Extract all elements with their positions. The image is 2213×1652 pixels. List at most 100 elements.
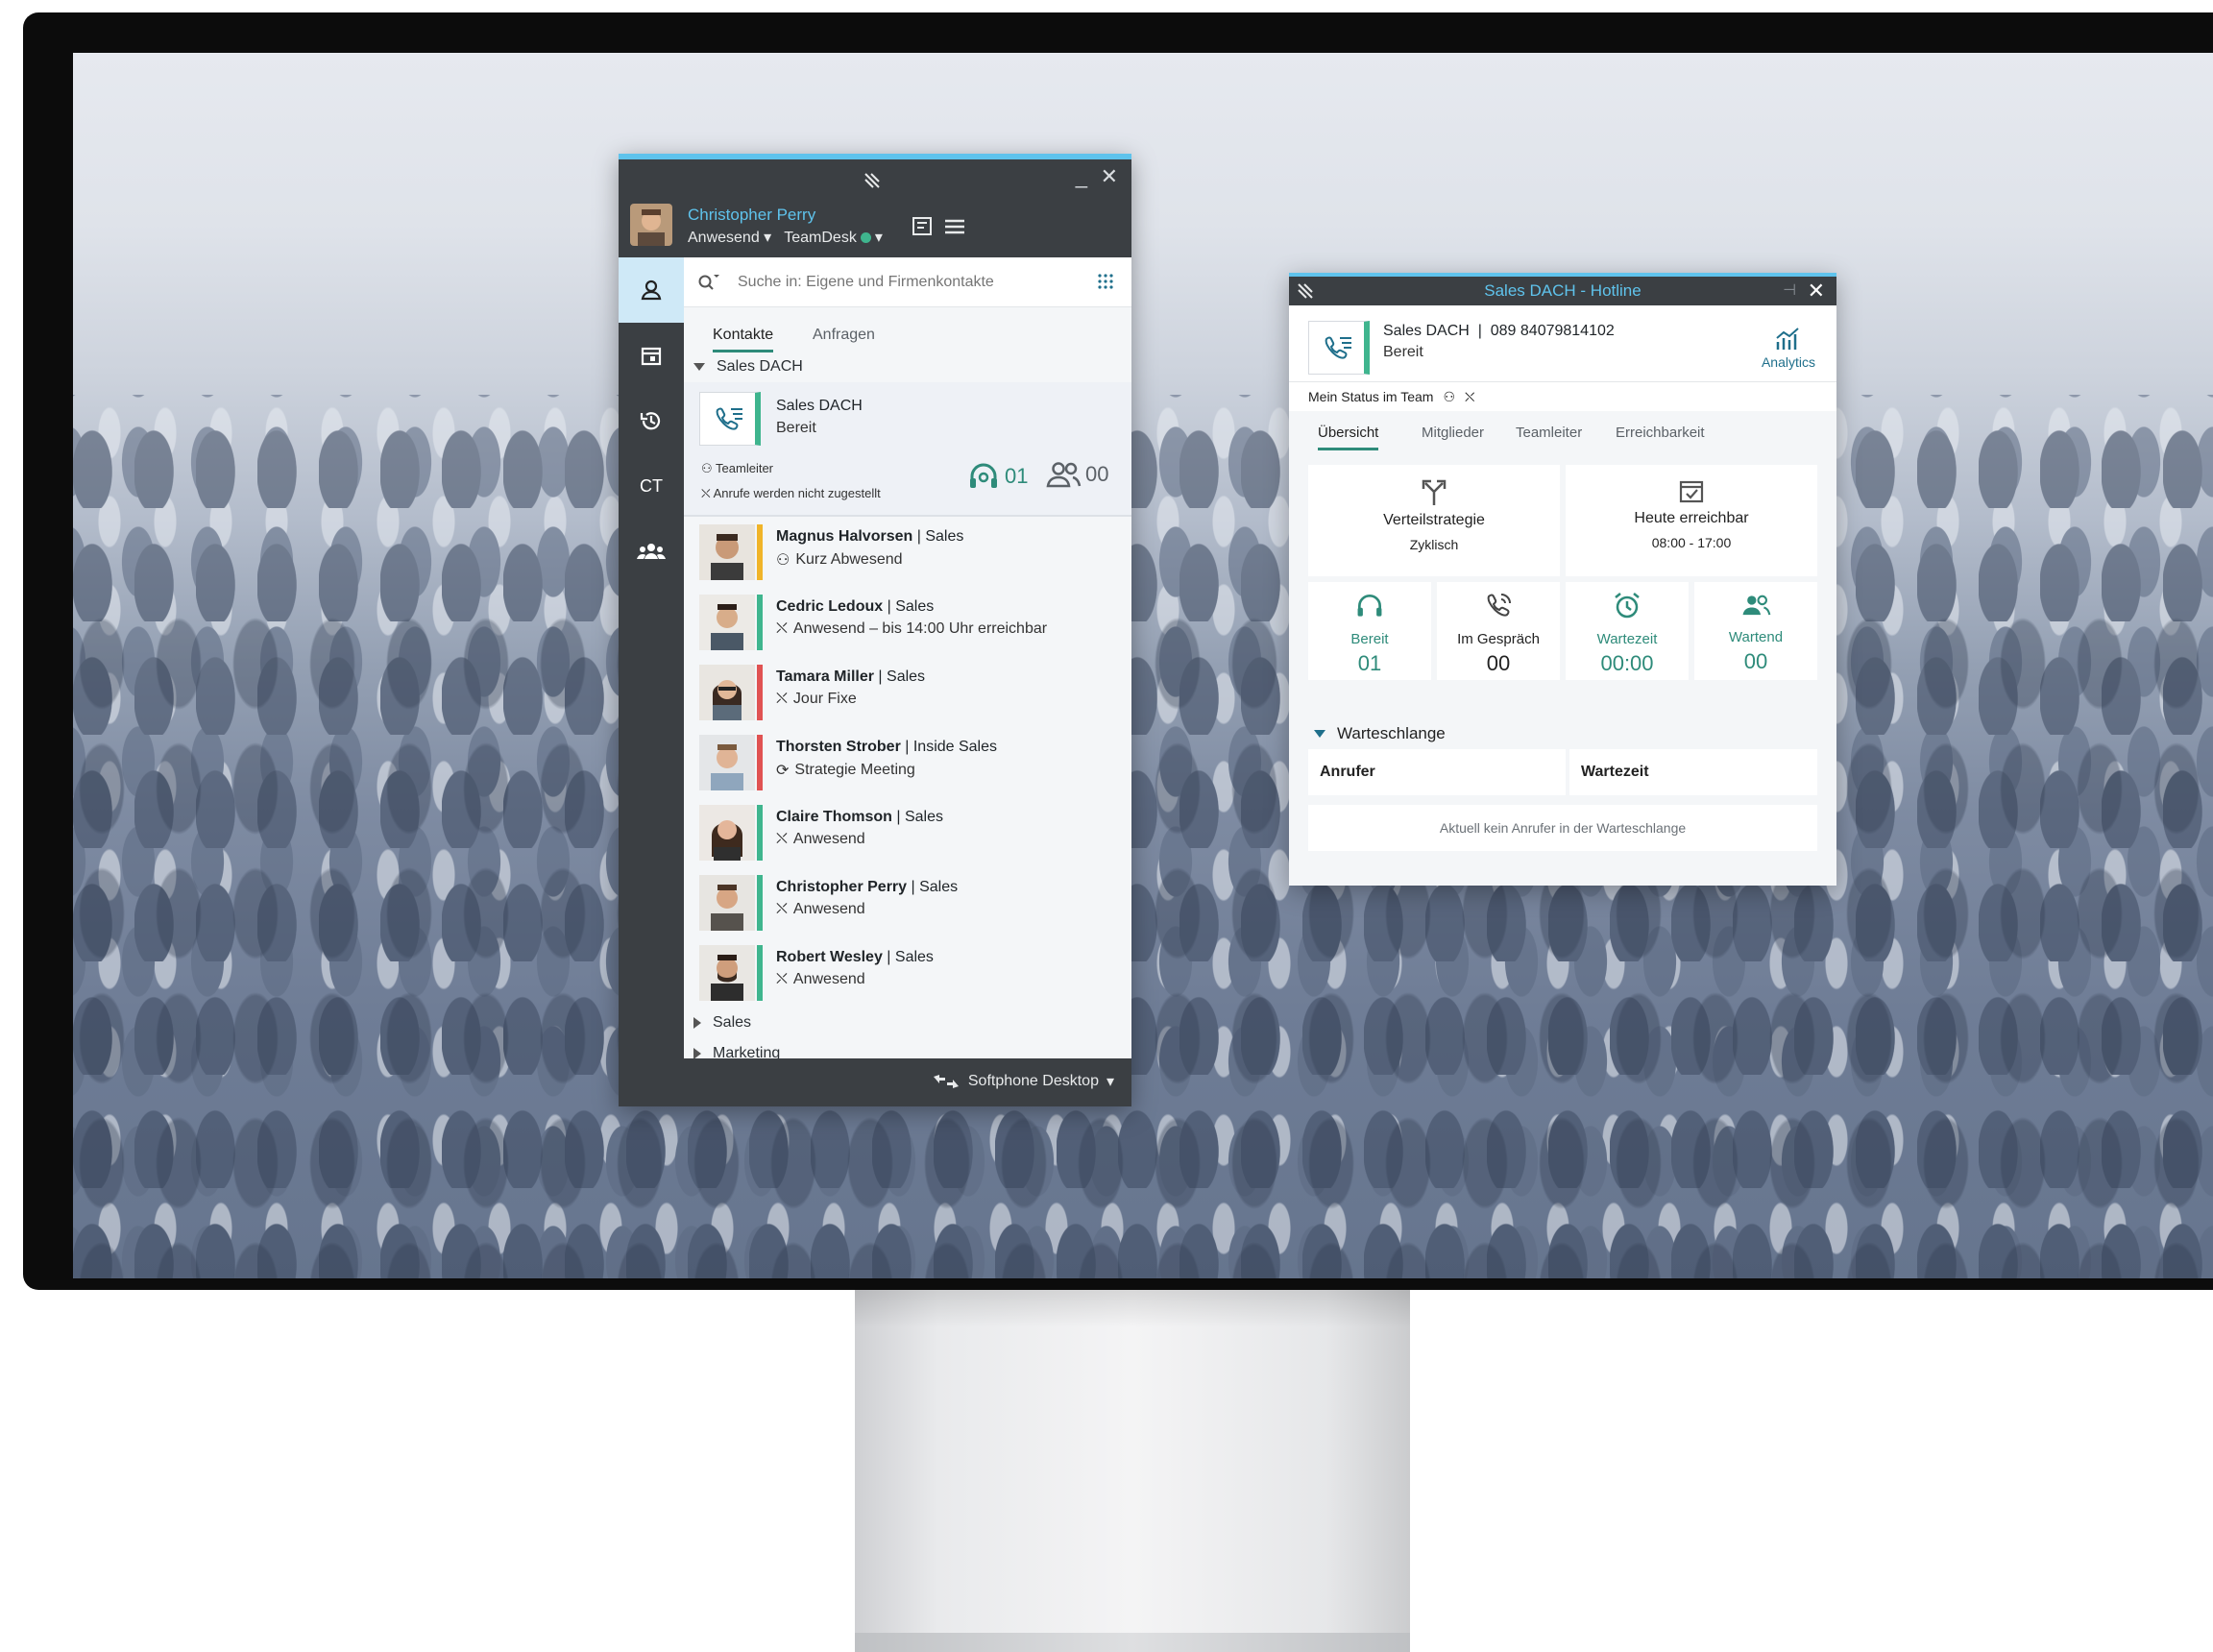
menu-icon[interactable] [941,213,968,240]
list-item[interactable]: Robert Wesley | Sales ⛌ Anwesend [684,937,1131,1008]
dialpad-icon[interactable] [1097,273,1114,290]
contact-status: ⛌ Anwesend [776,901,865,917]
headset-icon [970,463,997,488]
team-phone-tile [699,392,761,446]
person-icon [641,279,662,301]
close-button[interactable]: ✕ [1808,277,1825,305]
teamleader-icon[interactable]: ⚇ [1443,389,1455,405]
search-input[interactable] [738,270,1083,295]
headset-icon [1357,595,1382,617]
hotline-title-bar[interactable]: Sales DACH - Hotline ⊣ ✕ [1289,277,1836,305]
hotline-title: Sales DACH - Hotline [1484,281,1642,300]
chevron-down-icon: ▾ [1106,1074,1114,1090]
status-bar [757,665,763,720]
avatar [699,875,755,931]
hotline-status: Bereit [1383,344,1423,360]
queue-header[interactable]: Warteschlange [1314,724,1446,743]
user-header: Christopher Perry Anwesend ▾ TeamDesk ▾ [630,202,1131,257]
contact-name: Tamara Miller | Sales [776,668,926,685]
stat-in-call: Im Gespräch 00 [1437,582,1560,680]
present-icon: ⛌ [776,691,788,707]
my-team-status: Mein Status im Team ⚇ ⛌ [1289,382,1836,411]
team-note: ⛌ Anrufe werden nicht zugestellt [701,486,881,500]
sidebar-item-teams[interactable] [619,519,684,584]
stat-waiting: Wartend 00 [1694,582,1817,680]
team-card[interactable]: Sales DACH Bereit ⚇ Teamleiter ⛌ Anrufe … [684,382,1131,517]
avatar[interactable] [630,204,672,246]
list-item[interactable]: Christopher Perry | Sales ⛌ Anwesend [684,867,1131,937]
analytics-icon [1776,328,1799,350]
tab-kontakte[interactable]: Kontakte [713,327,774,352]
people-icon [1046,462,1082,488]
sidebar-item-calendar[interactable] [619,323,684,388]
alarm-clock-icon [1615,593,1640,619]
tab-anfragen[interactable]: Anfragen [813,327,875,344]
contact-status: ⛌ Jour Fixe [776,691,857,707]
tab-teamleiter[interactable]: Teamleiter [1516,425,1582,441]
list-item[interactable]: Thorsten Strober | Inside Sales ⟳ Strateg… [684,727,1131,797]
avatar [699,524,755,580]
person-unavailable-icon: ⛌ [701,486,711,500]
list-item[interactable]: Tamara Miller | Sales ⛌ Jour Fixe [684,657,1131,727]
meeting-icon: ⟳ [776,763,790,779]
chevron-down-icon [693,363,705,371]
calendar-icon [641,347,662,366]
analytics-button[interactable]: Analytics [1762,327,1815,370]
teamleader-icon: ⚇ [701,461,713,475]
user-status[interactable]: Anwesend ▾ TeamDesk ▾ [688,228,883,247]
group-header-sales-dach[interactable]: Sales DACH [684,352,1131,382]
app-logo-icon [864,173,880,188]
contact-name: Claire Thomson | Sales [776,809,943,825]
present-icon: ⛌ [776,831,788,847]
device-selector[interactable]: Softphone Desktop ▾ [932,1072,1114,1091]
present-icon: ⛌ [776,901,788,917]
contact-name: Cedric Ledoux | Sales [776,598,935,615]
sidebar-item-contacts[interactable] [619,257,684,323]
history-icon [640,412,661,430]
contact-status: ⟳ Strategie Meeting [776,762,915,779]
calendar-check-icon [1679,480,1704,503]
sidebar-item-ct[interactable]: CT [619,453,684,519]
person-unavailable-icon[interactable]: ⛌ [1465,389,1474,405]
reachability-tile: Heute erreichbar 08:00 - 17:00 [1566,465,1817,576]
sidebar-item-history[interactable] [619,388,684,453]
list-item[interactable]: Magnus Halvorsen | Sales ⚇ Kurz Abwesend [684,517,1131,587]
chevron-right-icon [693,1048,701,1058]
list-item[interactable]: Cedric Ledoux | Sales ⛌ Anwesend – bis 14… [684,587,1131,657]
stat-wait-time: Wartezeit 00:00 [1566,582,1689,680]
hotline-name: Sales DACH | 089 84079814102 [1383,323,1615,339]
list-item[interactable]: Claire Thomson | Sales ⛌ Anwesend [684,797,1131,867]
tab-erreichbarkeit[interactable]: Erreichbarkeit [1616,425,1705,441]
status-bar [757,735,763,790]
status-bar [757,875,763,931]
group-header-marketing[interactable]: Marketing [684,1038,1131,1058]
pin-icon[interactable]: ⊣ [1783,277,1796,305]
hotline-header: Sales DACH | 089 84079814102 Bereit Anal… [1289,305,1836,382]
tab-bar: Kontakte Anfragen [684,307,1131,352]
split-arrow-icon [1422,479,1447,505]
user-name: Christopher Perry [688,206,816,224]
tab-uebersicht[interactable]: Übersicht [1318,425,1379,450]
group-header-sales[interactable]: Sales [684,1008,1131,1038]
contact-status: ⛌ Anwesend – bis 14:00 Uhr erreichbar [776,620,1048,637]
chevron-down-icon [1314,730,1325,738]
tab-mitglieder[interactable]: Mitglieder [1422,425,1484,441]
queue-empty-message: Aktuell kein Anrufer in der Warteschlang… [1308,805,1817,851]
away-icon: ⚇ [776,552,790,569]
contact-name: Magnus Halvorsen | Sales [776,528,964,545]
hotline-tab-bar: Übersicht Mitglieder Teamleiter Erreichb… [1289,411,1836,453]
avatar [699,665,755,720]
present-icon: ⛌ [776,971,788,987]
hotline-phone-tile [1308,321,1370,375]
contact-name: Robert Wesley | Sales [776,949,934,965]
search-icon[interactable] [697,273,720,292]
close-button[interactable]: ✕ [1101,166,1118,187]
contact-status: ⚇ Kurz Abwesend [776,551,903,569]
minimize-button[interactable]: _ [1076,166,1087,187]
desktop-wallpaper [73,53,2213,1278]
status-dot-icon [860,232,871,243]
stat-ready: Bereit 01 [1308,582,1431,680]
title-bar[interactable]: _ ✕ [619,159,1131,202]
notes-icon[interactable] [909,213,936,240]
avatar [699,945,755,1001]
